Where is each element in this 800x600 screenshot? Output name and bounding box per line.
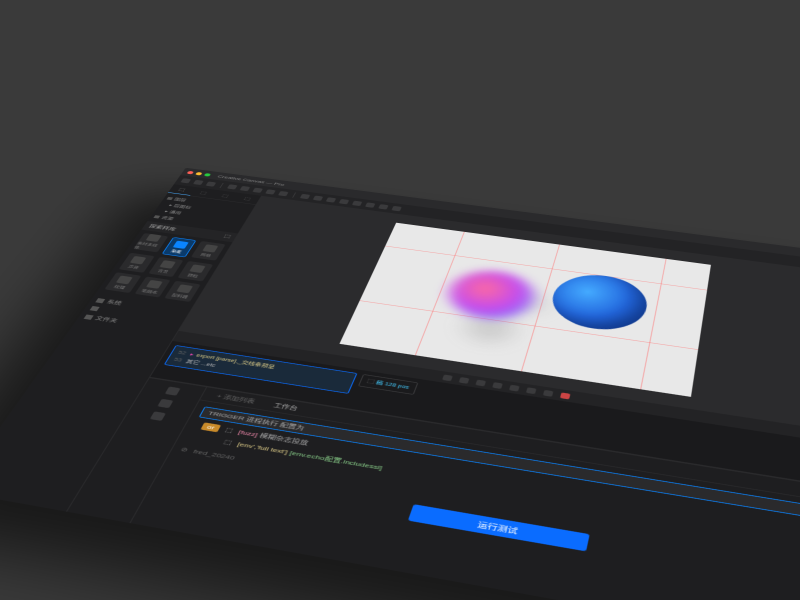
canvas-tool-icon[interactable] [526,387,537,394]
cancel-icon[interactable]: ⊘ [179,446,189,453]
tool-icon[interactable] [252,188,263,193]
rail-icon[interactable] [157,399,173,408]
asset-tile[interactable]: 纹理 [104,272,141,293]
minimize-icon[interactable] [195,172,202,176]
zoom-icon[interactable] [204,173,211,177]
tool-icon[interactable] [352,201,362,206]
asset-tile[interactable]: 笔触本 [134,276,170,297]
tool-icon[interactable] [313,196,324,201]
record-icon[interactable] [560,392,570,399]
tool-icon[interactable] [391,206,401,211]
canvas-tool-icon[interactable] [442,374,453,381]
asset-tile[interactable]: 颗粒 [178,261,213,281]
canvas-tool-icon[interactable] [509,384,520,391]
script-chip[interactable]: ⬚ 稿 128 pos [358,374,418,395]
canvas-tool-icon[interactable] [492,382,503,389]
tool-icon[interactable] [365,202,375,207]
rail-icon[interactable] [150,411,166,421]
tool-icon[interactable] [378,204,388,209]
clause-icon: ⬚ [224,427,235,434]
or-badge: or [200,422,221,432]
tool-icon[interactable] [339,199,349,204]
tool-icon[interactable] [326,197,336,202]
tool-icon[interactable] [278,191,289,196]
tool-icon[interactable] [193,180,204,185]
gradient-sphere[interactable] [442,266,540,324]
app-window: Creative Canvas — Pro ⬚ ⬚ ⬚ ⬚ 图层 ▸ 层图标 ▸… [0,168,800,600]
canvas-tool-icon[interactable] [476,379,487,386]
tool-icon[interactable] [240,186,251,191]
canvas-tool-icon[interactable] [459,377,470,384]
tool-icon[interactable] [180,178,191,183]
footer-text: fred_20240 [192,448,236,461]
asset-tile[interactable]: 背景 [148,257,183,277]
asset-tile[interactable]: 素材多媒体 [133,233,168,252]
asset-tile[interactable]: 渐变 [161,237,196,257]
asset-tile[interactable]: 网格 [191,241,225,261]
clause-icon: ⬚ [223,439,234,446]
canvas-tool-icon[interactable] [543,390,554,397]
rail-icon[interactable] [165,387,181,396]
tool-icon[interactable] [265,189,276,194]
tool-icon[interactable] [300,194,311,199]
search-icon[interactable]: ⬚ [222,234,231,240]
close-icon[interactable] [187,171,194,175]
asset-tile[interactable]: 声音 [119,253,155,273]
tool-icon[interactable] [206,181,217,186]
asset-tile[interactable]: 配料器 [165,281,201,302]
tool-icon[interactable] [227,184,238,189]
